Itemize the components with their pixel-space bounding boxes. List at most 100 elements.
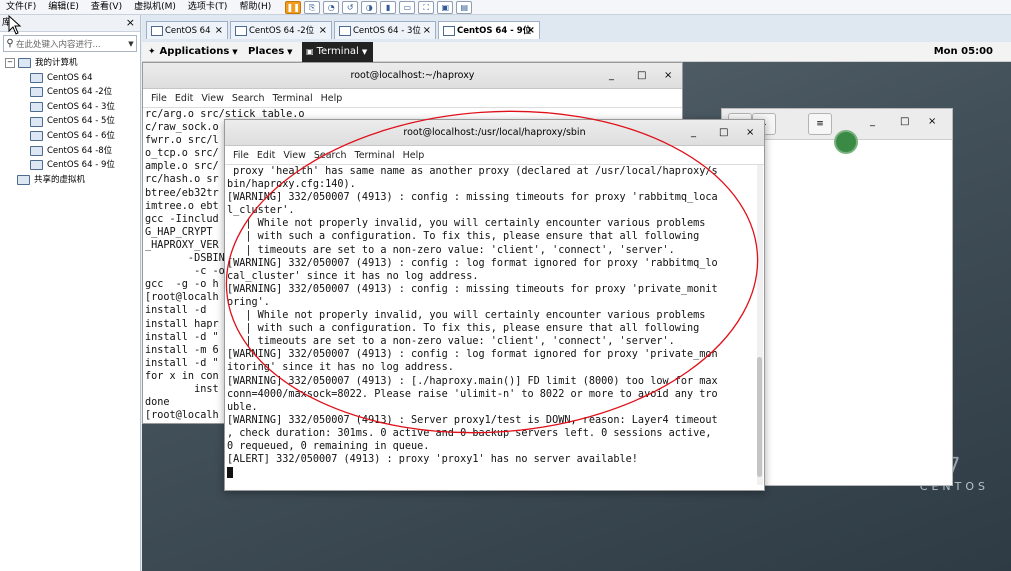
minimize-icon[interactable]: _	[609, 63, 614, 88]
console-view-icon[interactable]: ▤	[456, 0, 473, 14]
chevron-down-icon[interactable]: ▼	[126, 40, 136, 48]
terminal-line: [WARNING] 332/050007 (4913) : config : l…	[227, 349, 718, 361]
terminal-output-front[interactable]: proxy 'health' has same name as another …	[225, 165, 764, 479]
close-icon[interactable]: ×	[928, 109, 936, 134]
chevron-down-icon: ▼	[232, 48, 238, 56]
terminal-scrollbar[interactable]	[757, 165, 763, 485]
tab-label: CentOS 64 - 3位	[353, 26, 421, 36]
maximize-icon[interactable]: □	[719, 120, 728, 145]
revert-snapshot-icon[interactable]: ↺	[342, 0, 359, 14]
menu-help[interactable]: Help	[403, 150, 425, 161]
maximize-icon[interactable]: □	[637, 63, 646, 88]
library-view-icon[interactable]: ▮	[380, 0, 397, 14]
tab-centos-64-3[interactable]: CentOS 64 - 3位 ×	[334, 21, 436, 39]
tab-centos-64-9[interactable]: CentOS 64 - 9位 ×	[438, 21, 540, 39]
tab-centos-64[interactable]: CentOS 64 ×	[146, 21, 228, 39]
unity-icon[interactable]: ▣	[437, 0, 454, 14]
terminal-line: | timeouts are set to a non-zero value: …	[227, 336, 675, 348]
tree-label: CentOS 64	[47, 72, 93, 83]
menu-terminal[interactable]: Terminal	[355, 150, 395, 161]
close-icon[interactable]: ×	[215, 22, 223, 40]
snapshot-manager-icon[interactable]: ◑	[361, 0, 378, 14]
menu-terminal[interactable]: Terminal	[273, 93, 313, 104]
window-title: root@localhost:/usr/local/haproxy/sbin	[403, 127, 586, 138]
minimize-icon[interactable]: _	[870, 109, 875, 134]
terminal-line: | with such a configuration. To fix this…	[227, 231, 700, 243]
vm-icon	[443, 26, 455, 36]
menu-file[interactable]: File	[233, 150, 249, 161]
tree-label: CentOS 64 - 9位	[47, 160, 115, 171]
close-icon[interactable]: ×	[126, 15, 135, 31]
terminal-title-bar[interactable]: root@localhost:/usr/local/haproxy/sbin _…	[225, 120, 764, 146]
menu-view[interactable]: View	[283, 150, 306, 161]
tree-label: CentOS 64 -8位	[47, 145, 113, 156]
clock[interactable]: Mon 05:00	[934, 42, 993, 61]
applications-icon: ✦	[148, 47, 156, 57]
menu-edit[interactable]: 编辑(E)	[42, 0, 85, 14]
terminal-line: [WARNING] 332/050007 (4913) : [./haproxy…	[227, 375, 718, 387]
menu-view[interactable]: 查看(V)	[85, 0, 128, 14]
close-icon[interactable]: ×	[664, 63, 672, 88]
terminal-line: [WARNING] 332/050007 (4913) : config : l…	[227, 257, 718, 269]
menu-help[interactable]: Help	[321, 93, 343, 104]
menu-edit[interactable]: Edit	[257, 150, 275, 161]
thumbnail-view-icon[interactable]: ▭	[399, 0, 416, 14]
collapse-icon[interactable]: −	[5, 58, 15, 69]
tree-vm-item[interactable]: CentOS 64 - 3位	[30, 100, 140, 115]
terminal-line: | While not properly invalid, you will c…	[227, 218, 706, 230]
tree-vm-item[interactable]: CentOS 64	[30, 71, 140, 86]
library-search-placeholder: 在此处键入内容进行...	[16, 39, 101, 50]
tree-vm-item[interactable]: CentOS 64 - 9位	[30, 158, 140, 173]
guest-desktop[interactable]: ✦ Applications ▼ Places ▼ ▣ Terminal ▼ Mon 05…	[142, 42, 1011, 571]
tree-vm-item[interactable]: CentOS 64 -8位	[30, 144, 140, 159]
tree-label: CentOS 64 - 6位	[47, 130, 115, 141]
menu-search[interactable]: Search	[314, 150, 347, 161]
tree-vm-item[interactable]: CentOS 64 -2位	[30, 85, 140, 100]
maximize-icon[interactable]: □	[900, 109, 909, 134]
menu-edit[interactable]: Edit	[175, 93, 193, 104]
menu-file[interactable]: File	[151, 93, 167, 104]
terminal-window-front[interactable]: root@localhost:/usr/local/haproxy/sbin _…	[224, 119, 765, 491]
tree-shared-vms[interactable]: 共享的虚拟机	[5, 173, 140, 188]
terminal-title-bar[interactable]: root@localhost:~/haproxy _ □ ×	[143, 63, 682, 89]
vm-icon	[30, 116, 43, 127]
close-icon[interactable]: ×	[746, 120, 754, 145]
tab-label: CentOS 64 - 9位	[457, 26, 532, 36]
tab-centos-64-2[interactable]: CentOS 64 -2位 ×	[230, 21, 332, 39]
tree-vm-item[interactable]: CentOS 64 - 6位	[30, 129, 140, 144]
fullscreen-icon[interactable]: ⛶	[418, 0, 435, 14]
tree-vm-item[interactable]: CentOS 64 - 5位	[30, 114, 140, 129]
send-keys-icon[interactable]: ⎘	[304, 0, 321, 14]
menu-view[interactable]: View	[201, 93, 224, 104]
vm-tab-bar: CentOS 64 × CentOS 64 -2位 × CentOS 64 - 3位…	[142, 15, 1011, 43]
terminal-line: [ALERT] 332/050007 (4913) : proxy 'proxy…	[227, 454, 638, 466]
menu-search[interactable]: Search	[232, 93, 265, 104]
minimize-icon[interactable]: _	[691, 120, 696, 145]
menu-file[interactable]: 文件(F)	[0, 0, 42, 14]
terminal-line: cal_cluster' since it has no log address…	[227, 270, 479, 282]
vm-icon	[30, 72, 43, 83]
gnome-top-bar: ✦ Applications ▼ Places ▼ ▣ Terminal ▼ Mon 05…	[142, 42, 1011, 62]
close-icon[interactable]: ×	[319, 22, 327, 40]
hamburger-menu-icon[interactable]: ≡	[808, 113, 832, 135]
library-search[interactable]: ⚲ 在此处键入内容进行... ▼	[3, 35, 137, 52]
applications-menu[interactable]: ✦ Applications ▼	[148, 42, 238, 62]
snapshot-icon[interactable]: ◔	[323, 0, 340, 14]
terminal-line: uble.	[227, 401, 258, 413]
menu-help[interactable]: 帮助(H)	[233, 0, 277, 14]
terminal-app-menu[interactable]: ▣ Terminal ▼	[302, 42, 374, 62]
terminal-prompt-line[interactable]	[227, 466, 756, 479]
vm-icon	[339, 26, 351, 36]
scrollbar-thumb[interactable]	[757, 357, 762, 477]
tree-my-computer[interactable]: − 我的计算机	[5, 56, 140, 71]
pause-icon[interactable]: ❚❚	[285, 0, 302, 14]
close-icon[interactable]: ×	[423, 22, 431, 40]
close-icon[interactable]: ×	[527, 22, 535, 40]
chevron-down-icon: ▼	[287, 48, 293, 56]
computer-icon	[18, 58, 31, 69]
places-menu[interactable]: Places ▼	[248, 42, 293, 62]
menu-tabs[interactable]: 选项卡(T)	[182, 0, 234, 14]
menu-vm[interactable]: 虚拟机(M)	[128, 0, 182, 14]
library-panel: 库 × ⚲ 在此处键入内容进行... ▼ − 我的计算机 CentOS 64 C…	[0, 15, 141, 571]
vm-icon	[30, 87, 43, 98]
